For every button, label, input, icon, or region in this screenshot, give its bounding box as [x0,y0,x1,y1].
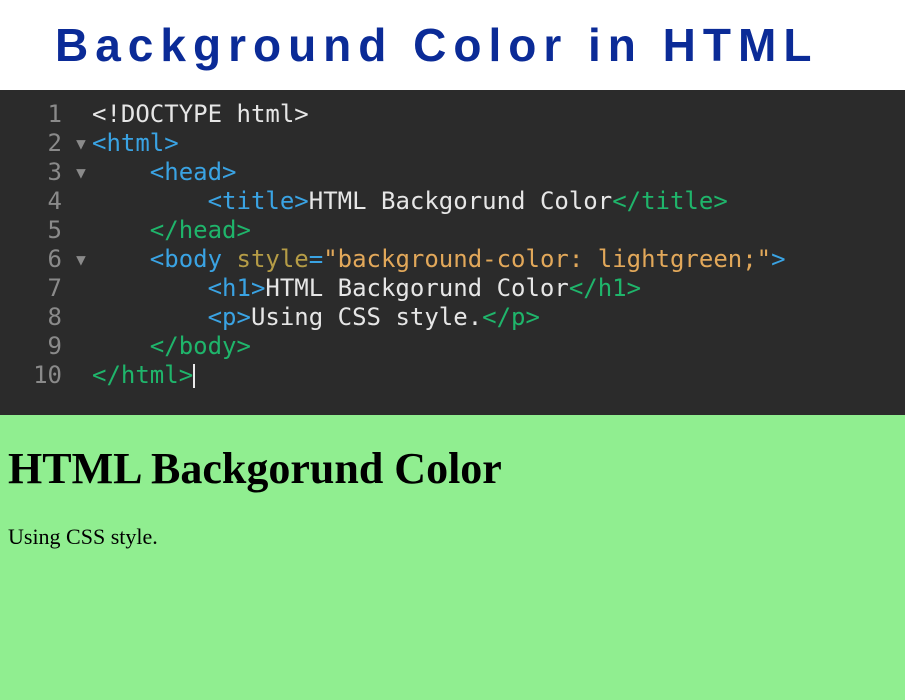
code-content[interactable]: </head> [92,216,905,245]
page-header: Background Color in HTML [0,0,905,90]
line-number: 4 [0,187,70,216]
page-title: Background Color in HTML [55,18,818,72]
code-line[interactable]: 6▼ <body style="background-color: lightg… [0,245,905,274]
code-line[interactable]: 5 </head> [0,216,905,245]
line-number: 6 [0,245,70,274]
line-number: 10 [0,361,70,390]
code-content[interactable]: <h1>HTML Backgorund Color</h1> [92,274,905,303]
code-line[interactable]: 2▼<html> [0,129,905,158]
line-number: 8 [0,303,70,332]
line-number: 2 [0,129,70,158]
code-editor[interactable]: 1<!DOCTYPE html>2▼<html>3▼ <head>4 <titl… [0,90,905,415]
code-content[interactable]: <body style="background-color: lightgree… [92,245,905,274]
line-number: 7 [0,274,70,303]
code-content[interactable]: <title>HTML Backgorund Color</title> [92,187,905,216]
code-line[interactable]: 4 <title>HTML Backgorund Color</title> [0,187,905,216]
code-line[interactable]: 1 <!DOCTYPE html> [0,100,905,129]
code-content[interactable]: </body> [92,332,905,361]
fold-toggle-icon[interactable]: ▼ [70,245,92,274]
line-number: 5 [0,216,70,245]
code-content[interactable]: <html> [92,129,905,158]
line-number: 9 [0,332,70,361]
code-line[interactable]: 9 </body> [0,332,905,361]
code-line[interactable]: 3▼ <head> [0,158,905,187]
code-line[interactable]: 7 <h1>HTML Backgorund Color</h1> [0,274,905,303]
code-content[interactable]: <head> [92,158,905,187]
code-content[interactable]: <!DOCTYPE html> [92,100,905,129]
output-heading: HTML Backgorund Color [8,443,897,494]
code-content[interactable]: </html> [92,361,905,390]
code-content[interactable]: <p>Using CSS style.</p> [92,303,905,332]
fold-toggle-icon[interactable]: ▼ [70,158,92,187]
output-paragraph: Using CSS style. [8,524,897,550]
rendered-output: HTML Backgorund Color Using CSS style. [0,415,905,700]
line-number: 3 [0,158,70,187]
fold-toggle-icon[interactable]: ▼ [70,129,92,158]
text-cursor [193,364,195,388]
line-number: 1 [0,100,70,129]
code-line[interactable]: 10 </html> [0,361,905,390]
code-lines: 1<!DOCTYPE html>2▼<html>3▼ <head>4 <titl… [0,100,905,390]
code-line[interactable]: 8 <p>Using CSS style.</p> [0,303,905,332]
